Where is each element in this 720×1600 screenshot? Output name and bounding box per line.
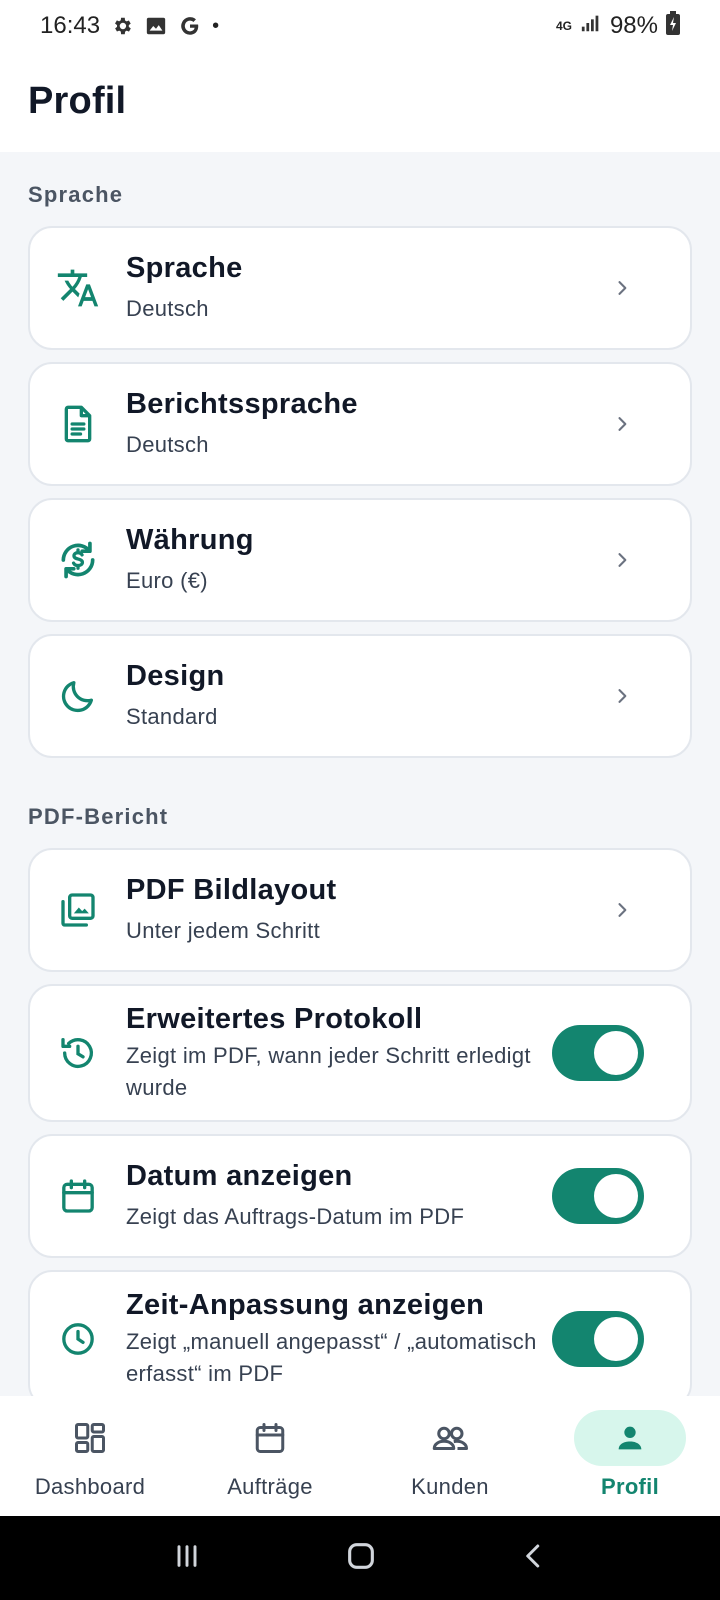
setting-description: Zeigt im PDF, wann jeder Schritt erledig… [126, 1042, 531, 1100]
setting-sprache[interactable]: Sprache Deutsch [28, 226, 692, 350]
section-title-sprache: Sprache [28, 182, 124, 207]
zeit-anpassung-toggle[interactable] [552, 1311, 644, 1367]
person-icon [574, 1410, 686, 1466]
setting-title: Berichtssprache [126, 387, 358, 420]
toggle-knob [594, 1031, 638, 1075]
chevron-right-icon [608, 546, 636, 574]
datum-anzeigen-toggle[interactable] [552, 1168, 644, 1224]
nav-profil[interactable]: Profil [540, 1396, 720, 1516]
nav-label: Kunden [411, 1474, 489, 1499]
toggle-knob [594, 1317, 638, 1361]
setting-title: Zeit-Anpassung anzeigen [126, 1288, 485, 1321]
recent-apps-icon[interactable] [171, 1540, 203, 1577]
setting-title: Datum anzeigen [126, 1159, 353, 1192]
setting-waehrung[interactable]: Währung Euro (€) [28, 498, 692, 622]
setting-design[interactable]: Design Standard [28, 634, 692, 758]
setting-title: Erweitertes Protokoll [126, 1002, 423, 1035]
setting-title: Design [126, 659, 225, 692]
setting-berichtssprache[interactable]: Berichtssprache Deutsch [28, 362, 692, 486]
chevron-right-icon [608, 896, 636, 924]
setting-pdf-bildlayout[interactable]: PDF Bildlayout Unter jedem Schritt [28, 848, 692, 972]
battery-charging-icon [666, 10, 680, 42]
setting-title: PDF Bildlayout [126, 873, 337, 906]
erweitertes-protokoll-toggle[interactable] [552, 1025, 644, 1081]
nav-label: Profil [600, 1474, 660, 1499]
translate-icon [56, 266, 100, 310]
dashboard-icon [34, 1410, 146, 1466]
setting-erweitertes-protokoll: Erweitertes Protokoll Zeigt im PDF, wann… [28, 984, 692, 1122]
people-icon [394, 1410, 506, 1466]
status-bar: 16:43 • 4G 98% [0, 0, 720, 52]
signal-icon [580, 12, 602, 41]
setting-description: Zeigt „manuell angepasst“ / „automatisch… [126, 1328, 537, 1386]
moon-icon [56, 674, 100, 718]
nav-dashboard[interactable]: Dashboard [0, 1396, 180, 1516]
clock-icon [56, 1317, 100, 1361]
section-title-pdf-bericht: PDF-Bericht [28, 804, 169, 829]
document-icon [56, 402, 100, 446]
system-navigation-bar [0, 1516, 720, 1600]
settings-gear-icon [110, 14, 134, 38]
toggle-knob [594, 1174, 638, 1218]
bottom-navigation: Dashboard Aufträge Kunden Profil [0, 1396, 720, 1516]
calendar-icon [214, 1410, 326, 1466]
nav-kunden[interactable]: Kunden [360, 1396, 540, 1516]
battery-percent: 98% [609, 12, 658, 39]
notification-dot-icon: • [212, 14, 220, 37]
setting-zeit-anpassung: Zeit-Anpassung anzeigen Zeigt „manuell a… [28, 1270, 692, 1396]
nav-auftraege[interactable]: Aufträge [180, 1396, 360, 1516]
chevron-right-icon [608, 410, 636, 438]
nav-label: Aufträge [227, 1474, 313, 1499]
back-icon[interactable] [519, 1541, 549, 1576]
status-time: 16:43 [40, 12, 101, 39]
gallery-notification-icon [144, 14, 168, 38]
page-title: Profil [28, 80, 127, 122]
settings-content[interactable]: Sprache Sprache Deutsch Berichtssprache … [0, 152, 720, 1396]
setting-title: Währung [126, 523, 254, 556]
currency-exchange-icon [56, 538, 100, 582]
setting-datum-anzeigen: Datum anzeigen Zeigt das Auftrags-Datum … [28, 1134, 692, 1258]
image-gallery-icon [56, 888, 100, 932]
setting-description: Zeigt das Auftrags-Datum im PDF [126, 1203, 465, 1229]
page-header: Profil [0, 52, 720, 152]
setting-value: Deutsch [126, 295, 209, 321]
nav-label: Dashboard [34, 1474, 146, 1499]
chevron-right-icon [608, 682, 636, 710]
chevron-right-icon [608, 274, 636, 302]
calendar-icon [56, 1174, 100, 1218]
network-type: 4G [555, 19, 572, 33]
setting-value: Deutsch [126, 431, 209, 457]
history-icon [56, 1031, 100, 1075]
setting-title: Sprache [126, 251, 243, 284]
setting-value: Standard [126, 703, 218, 729]
setting-value: Euro (€) [126, 567, 208, 593]
google-icon [178, 14, 202, 38]
home-icon[interactable] [344, 1539, 378, 1578]
setting-value: Unter jedem Schritt [126, 917, 320, 943]
